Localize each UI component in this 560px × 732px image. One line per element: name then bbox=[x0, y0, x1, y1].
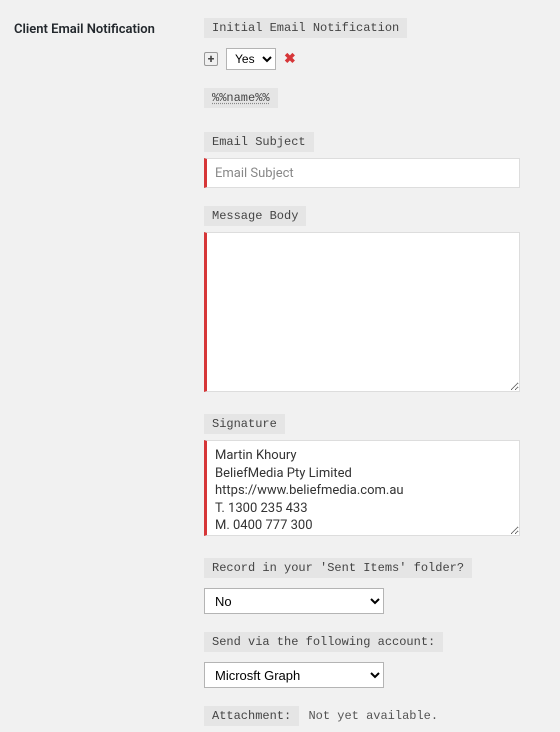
email-subject-input[interactable] bbox=[204, 158, 520, 188]
record-sent-label: Record in your 'Sent Items' folder? bbox=[204, 558, 472, 578]
remove-icon[interactable]: ✖ bbox=[284, 51, 296, 67]
signature-input[interactable] bbox=[204, 440, 520, 536]
initial-notification-chip: Initial Email Notification bbox=[204, 18, 407, 38]
name-token[interactable]: %%name%% bbox=[204, 88, 278, 108]
attachment-value: Not yet available. bbox=[308, 709, 438, 723]
add-icon[interactable]: + bbox=[204, 52, 218, 66]
record-sent-select[interactable]: NoYes bbox=[204, 588, 384, 614]
send-via-select[interactable]: Microsft Graph bbox=[204, 662, 384, 688]
section-title: Client Email Notification bbox=[14, 18, 194, 732]
yes-no-select[interactable]: YesNo bbox=[226, 48, 276, 70]
attachment-label: Attachment: bbox=[204, 706, 299, 726]
message-body-label: Message Body bbox=[204, 206, 306, 226]
email-subject-label: Email Subject bbox=[204, 132, 314, 152]
message-body-input[interactable] bbox=[204, 232, 520, 392]
signature-label: Signature bbox=[204, 414, 285, 434]
send-via-label: Send via the following account: bbox=[204, 632, 443, 652]
